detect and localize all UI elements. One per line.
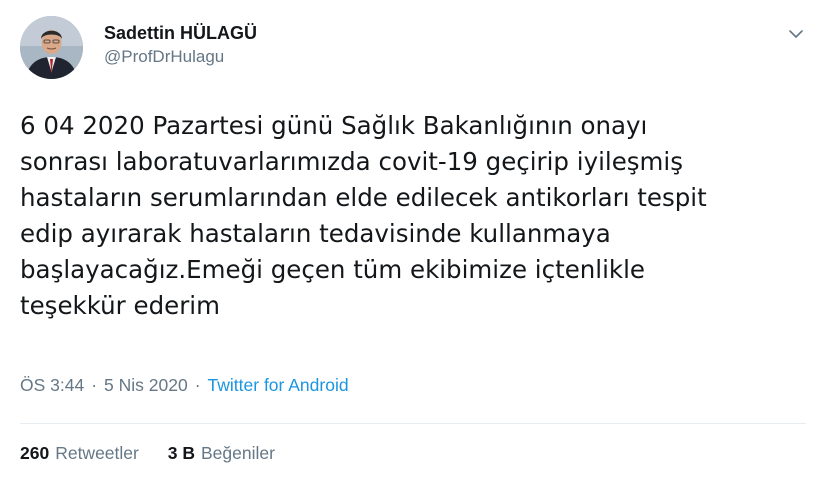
tweet-metadata: ÖS 3:44 · 5 Nis 2020 · Twitter for Android [20, 374, 349, 396]
tweet-card: Sadettin HÜLAGÜ @ProfDrHulagu 6 04 2020 … [0, 0, 826, 478]
tweet-time[interactable]: ÖS 3:44 [20, 375, 84, 395]
tweet-text-line: başlayacağız.Emeği geçen tüm ekibimize i… [20, 255, 645, 284]
divider [20, 423, 806, 424]
author-handle[interactable]: @ProfDrHulagu [104, 47, 257, 67]
tweet-text-line: sonrası laboratuvarlarımızda covit-19 ge… [20, 147, 683, 176]
tweet-text-line: teşekkür ederim [20, 291, 220, 320]
retweets-label: Retweetler [55, 443, 139, 463]
tweet-stats: 260 Retweetler 3 B Beğeniler [20, 442, 299, 464]
likes-label: Beğeniler [200, 443, 275, 463]
avatar[interactable] [20, 16, 83, 79]
author-name[interactable]: Sadettin HÜLAGÜ [104, 22, 257, 44]
meta-separator: · [194, 375, 201, 395]
author-block: Sadettin HÜLAGÜ @ProfDrHulagu [104, 22, 257, 67]
tweet-text-line: 6 04 2020 Pazartesi günü Sağlık Bakanlığ… [20, 111, 648, 140]
retweets-stat[interactable]: 260 Retweetler [20, 442, 139, 464]
avatar-image [20, 16, 83, 79]
tweet-date[interactable]: 5 Nis 2020 [104, 375, 188, 395]
tweet-source-link[interactable]: Twitter for Android [208, 375, 349, 395]
tweet-text-line: hastaların serumlarından elde edilecek a… [20, 183, 707, 212]
likes-stat[interactable]: 3 B Beğeniler [168, 442, 275, 464]
tweet-text-line: edip ayırarak hastaların tedavisinde kul… [20, 219, 611, 248]
likes-count: 3 B [167, 443, 195, 463]
tweet-text: 6 04 2020 Pazartesi günü Sağlık Bakanlığ… [20, 108, 810, 324]
meta-separator: · [91, 375, 98, 395]
retweets-count: 260 [20, 443, 50, 463]
chevron-down-icon[interactable] [788, 26, 804, 42]
